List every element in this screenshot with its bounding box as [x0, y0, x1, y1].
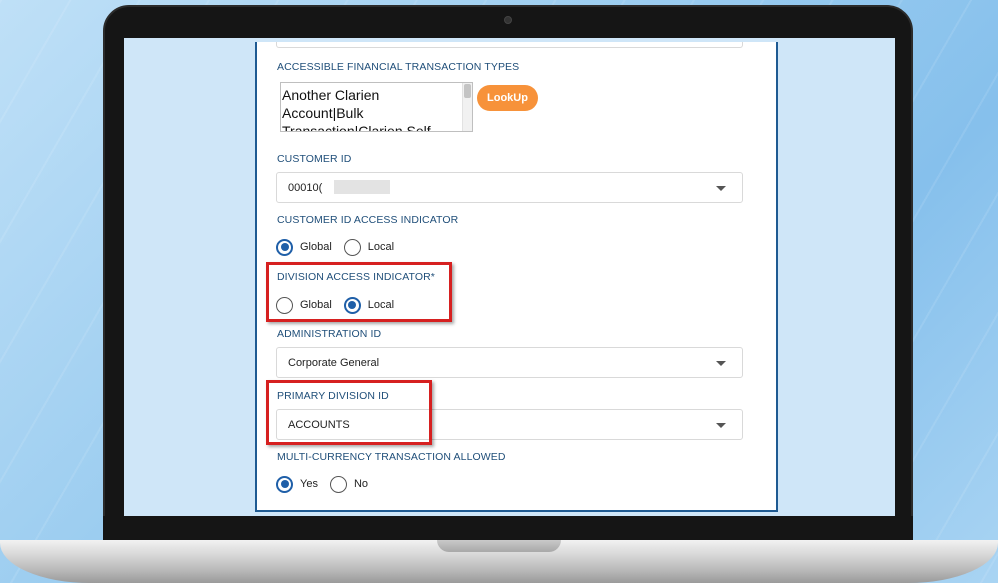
- chevron-down-icon: [716, 423, 726, 428]
- camera-icon: [504, 16, 512, 24]
- multicurrency-label: MULTI-CURRENCY TRANSACTION ALLOWED: [277, 451, 506, 463]
- multicurrency-yes-radio[interactable]: [276, 475, 293, 493]
- radio-label-local: Local: [367, 241, 395, 253]
- radio-label-no: No: [353, 478, 369, 490]
- highlight-box-division-access: [266, 262, 452, 322]
- chevron-down-icon: [716, 361, 726, 366]
- radio-label-global: Global: [300, 241, 332, 253]
- accessible-types-value: Another Clarien Account|Bulk Transaction…: [282, 87, 431, 132]
- customer-id-access-global-radio[interactable]: [276, 238, 293, 256]
- laptop-base-notch: [437, 540, 561, 552]
- radio-label-yes: Yes: [300, 478, 318, 490]
- redacted-block: [334, 180, 390, 194]
- administration-id-select[interactable]: Corporate General: [276, 347, 743, 378]
- highlight-box-primary-division: [266, 380, 432, 445]
- customer-id-access-radio-group: Global Local: [276, 237, 406, 257]
- customer-id-label: CUSTOMER ID: [277, 153, 352, 165]
- previous-field-input[interactable]: [276, 42, 743, 48]
- multicurrency-radio-group: Yes No: [276, 474, 380, 494]
- customer-id-access-label: CUSTOMER ID ACCESS INDICATOR: [277, 214, 459, 226]
- accessible-types-label: ACCESSIBLE FINANCIAL TRANSACTION TYPES: [277, 61, 520, 73]
- administration-id-value: Corporate General: [288, 357, 380, 369]
- customer-id-select[interactable]: 00010(: [276, 172, 743, 203]
- accessible-types-listbox[interactable]: Another Clarien Account|Bulk Transaction…: [280, 82, 473, 132]
- lookup-button[interactable]: LookUp: [477, 85, 538, 111]
- laptop-chin: [103, 516, 913, 540]
- listbox-scrollbar[interactable]: [462, 83, 472, 131]
- scrollbar-thumb[interactable]: [464, 84, 471, 98]
- administration-id-label: ADMINISTRATION ID: [277, 328, 382, 340]
- customer-id-access-local-radio[interactable]: [343, 238, 361, 256]
- chevron-down-icon: [716, 186, 726, 191]
- customer-id-value: 00010(: [288, 182, 323, 194]
- multicurrency-no-radio[interactable]: [329, 475, 347, 493]
